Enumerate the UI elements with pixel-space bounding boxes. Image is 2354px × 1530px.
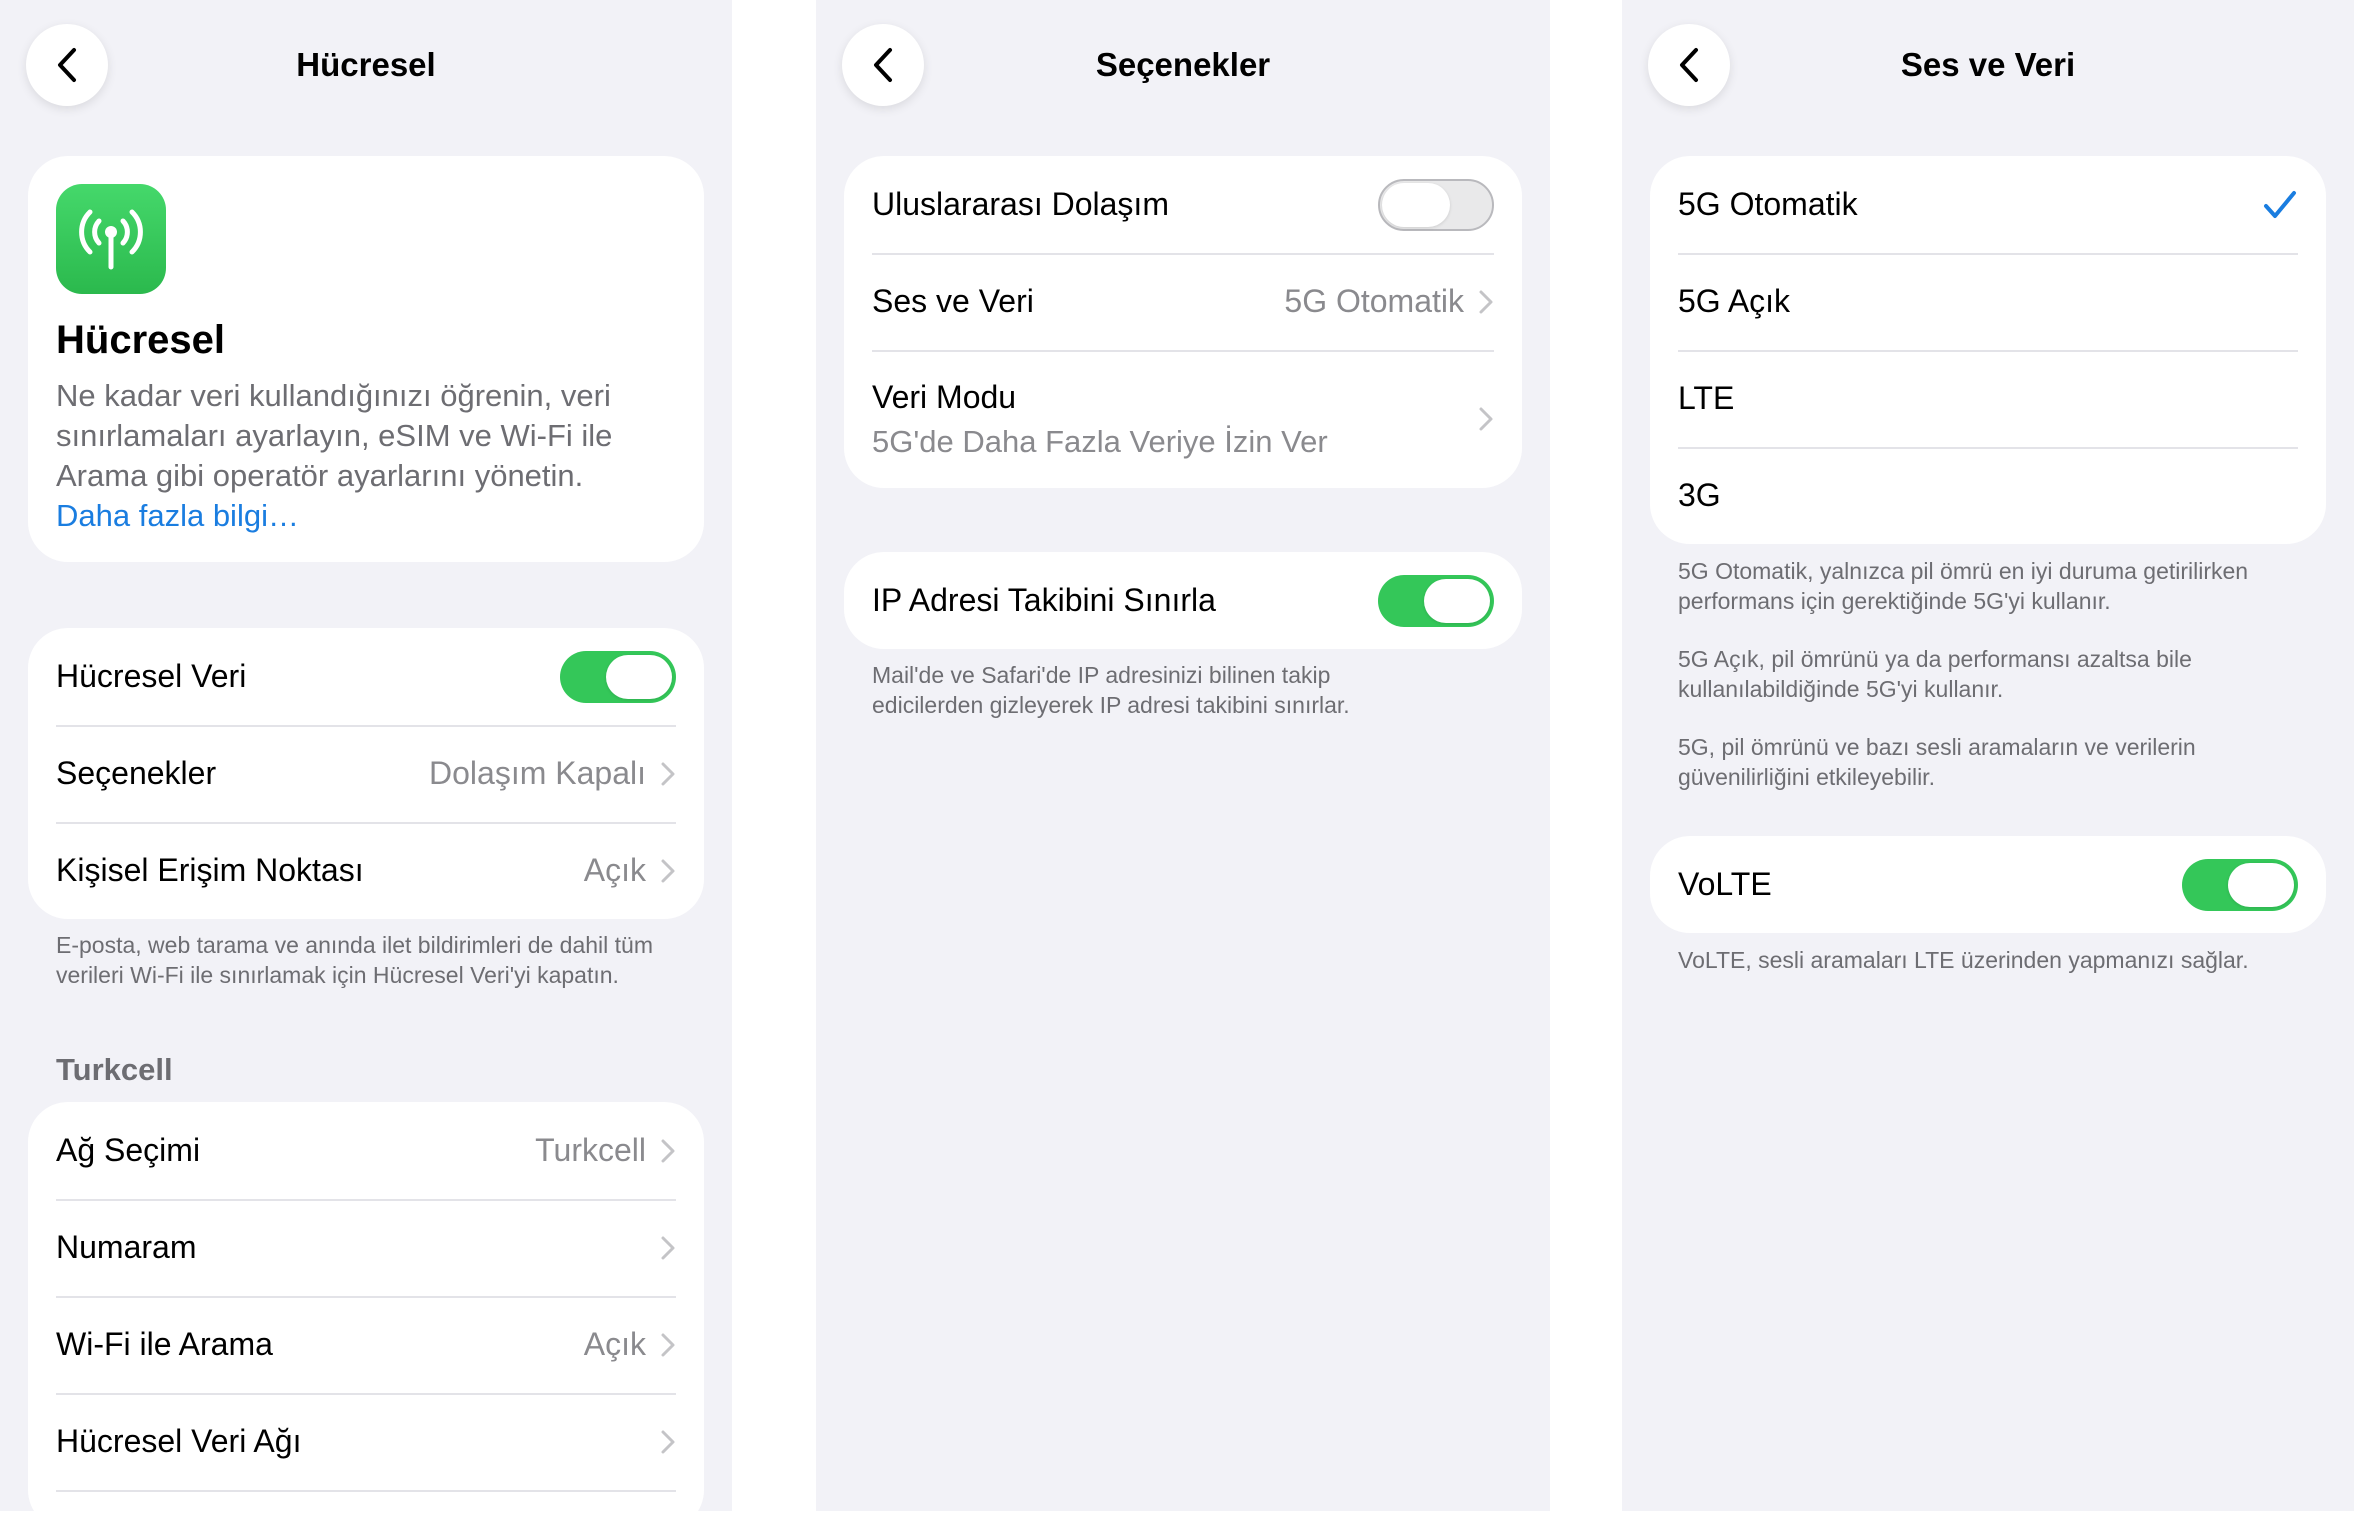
checkmark-icon xyxy=(2264,190,2296,218)
toggle-knob xyxy=(1424,578,1490,623)
network-selection-row[interactable]: Ağ Seçimi Turkcell xyxy=(28,1102,704,1199)
row-label: Seçenekler xyxy=(56,755,217,791)
toggle-knob xyxy=(1382,182,1450,227)
volte-card: VoLTE xyxy=(1650,836,2326,933)
cellular-data-network-row[interactable]: Hücresel Veri Ağı xyxy=(28,1393,704,1490)
row-value: Açık xyxy=(583,852,646,888)
cellular-data-card: Hücresel Veri Seçenekler Dolaşım Kapalı … xyxy=(28,628,704,919)
row-label: Hücresel Veri xyxy=(56,658,247,694)
row-value: Açık xyxy=(583,1326,646,1362)
voice-data-row[interactable]: Ses ve Veri 5G Otomatik xyxy=(844,253,1522,350)
hero-description: Ne kadar veri kullandığınızı öğrenin, ve… xyxy=(56,376,656,536)
cellular-panel: Hücresel Hücresel Ne kadar veri kullandı… xyxy=(0,0,732,1530)
voice-data-panel: Ses ve Veri 5G Otomatik 5G Açık LTE 3G 5… xyxy=(1622,0,2354,1511)
row-value: Dolaşım Kapalı xyxy=(429,755,646,791)
option-lte-row[interactable]: LTE xyxy=(1650,350,2326,447)
options-card: Uluslararası Dolaşım Ses ve Veri 5G Otom… xyxy=(844,156,1522,488)
row-label: 5G Otomatik xyxy=(1678,186,1858,222)
cellular-data-toggle[interactable] xyxy=(560,650,676,703)
chevron-right-icon xyxy=(1479,290,1493,313)
toggle-knob xyxy=(606,654,672,699)
row-label: Hücresel Veri Ağı xyxy=(56,1423,302,1459)
options-row[interactable]: Seçenekler Dolaşım Kapalı xyxy=(28,725,704,822)
row-value: 5G Otomatik xyxy=(1284,283,1464,319)
cellular-antenna-icon xyxy=(79,209,143,270)
note-5g-general: 5G, pil ömrünü ve bazı sesli aramaların … xyxy=(1678,734,2196,790)
hero-description-text: Ne kadar veri kullandığınızı öğrenin, ve… xyxy=(56,378,613,493)
chevron-right-icon xyxy=(661,1139,675,1162)
hero-heading: Hücresel xyxy=(56,318,225,362)
volte-footnote: VoLTE, sesli aramaları LTE üzerinden yap… xyxy=(1678,947,2249,973)
carrier-card: Ağ Seçimi Turkcell Numaram Wi-Fi ile Ara… xyxy=(28,1102,704,1530)
ip-tracking-card: IP Adresi Takibini Sınırla xyxy=(844,552,1522,649)
option-5g-auto-row[interactable]: 5G Otomatik xyxy=(1650,156,2326,253)
learn-more-link[interactable]: Daha fazla bilgi… xyxy=(56,498,299,533)
page-title: Ses ve Veri xyxy=(1900,46,2076,83)
row-label: Kişisel Erişim Noktası xyxy=(56,852,364,888)
page-title: Hücresel xyxy=(296,46,436,83)
row-label: Uluslararası Dolaşım xyxy=(872,186,1169,222)
network-mode-card: 5G Otomatik 5G Açık LTE 3G xyxy=(1650,156,2326,544)
chevron-right-icon xyxy=(661,762,675,785)
chevron-right-icon xyxy=(1479,407,1493,431)
volte-toggle[interactable] xyxy=(2182,858,2298,911)
partial-next-row xyxy=(28,1490,704,1530)
row-label: LTE xyxy=(1678,380,1735,416)
cellular-info-card: Hücresel Ne kadar veri kullandığınızı öğ… xyxy=(28,156,704,562)
row-value: Turkcell xyxy=(535,1132,646,1168)
option-3g-row[interactable]: 3G xyxy=(1650,447,2326,544)
personal-hotspot-row[interactable]: Kişisel Erişim Noktası Açık xyxy=(28,822,704,919)
limit-ip-tracking-toggle[interactable] xyxy=(1378,574,1494,627)
note-5g-on: 5G Açık, pil ömrünü ya da performansı az… xyxy=(1678,646,2192,702)
ip-tracking-footnote: Mail'de ve Safari'de IP adresinizi bilin… xyxy=(872,662,1350,718)
row-label: IP Adresi Takibini Sınırla xyxy=(872,582,1216,618)
row-label: Wi-Fi ile Arama xyxy=(56,1326,273,1362)
international-roaming-toggle[interactable] xyxy=(1378,178,1494,231)
limit-ip-tracking-row: IP Adresi Takibini Sınırla xyxy=(844,552,1522,649)
note-5g-auto: 5G Otomatik, yalnızca pil ömrü en iyi du… xyxy=(1678,558,2249,614)
chevron-right-icon xyxy=(661,1333,675,1356)
chevron-right-icon xyxy=(661,1236,675,1259)
row-label: 5G Açık xyxy=(1678,283,1791,319)
data-mode-text: Veri Modu 5G'de Daha Fazla Veriye İzin V… xyxy=(872,379,1478,460)
cellular-app-icon xyxy=(56,184,166,294)
row-subtitle: 5G'de Daha Fazla Veriye İzin Ver xyxy=(872,423,1328,459)
wifi-calling-row[interactable]: Wi-Fi ile Arama Açık xyxy=(28,1296,704,1393)
row-label: 3G xyxy=(1678,477,1721,513)
cellular-data-footnote: E-posta, web tarama ve anında ilet bildi… xyxy=(56,932,654,988)
row-label: Ses ve Veri xyxy=(872,283,1034,319)
row-label: Ağ Seçimi xyxy=(56,1132,201,1168)
option-5g-on-row[interactable]: 5G Açık xyxy=(1650,253,2326,350)
row-label: Veri Modu xyxy=(872,378,1017,415)
options-panel: Seçenekler Uluslararası Dolaşım Ses ve V… xyxy=(816,0,1550,1511)
toggle-knob xyxy=(2228,862,2294,907)
chevron-right-icon xyxy=(661,859,675,882)
row-label: VoLTE xyxy=(1678,866,1772,902)
volte-row: VoLTE xyxy=(1650,836,2326,933)
cellular-data-row: Hücresel Veri xyxy=(28,628,704,725)
carrier-section-header: Turkcell xyxy=(56,1052,173,1087)
my-number-row[interactable]: Numaram xyxy=(28,1199,704,1296)
chevron-right-icon xyxy=(661,1430,675,1453)
data-mode-row[interactable]: Veri Modu 5G'de Daha Fazla Veriye İzin V… xyxy=(844,350,1522,488)
international-roaming-row: Uluslararası Dolaşım xyxy=(844,156,1522,253)
row-label: Numaram xyxy=(56,1229,197,1265)
page-title: Seçenekler xyxy=(1095,46,1271,83)
